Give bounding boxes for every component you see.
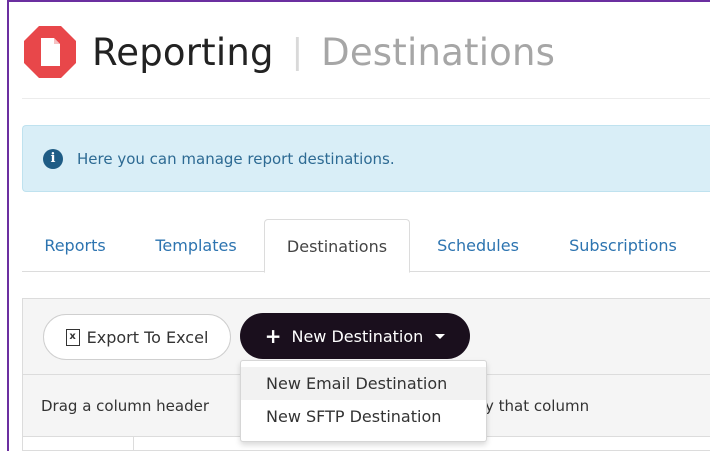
window-frame-top bbox=[7, 0, 710, 2]
new-destination-label: New Destination bbox=[291, 326, 424, 346]
caret-down-icon bbox=[435, 333, 446, 339]
column-header-divider bbox=[133, 437, 134, 451]
info-alert: i Here you can manage report destination… bbox=[22, 125, 710, 192]
tab-templates[interactable]: Templates bbox=[136, 219, 256, 272]
page-title: Reporting bbox=[92, 30, 274, 74]
info-alert-text: Here you can manage report destinations. bbox=[77, 149, 395, 168]
group-hint-text-left: Drag a column header bbox=[41, 397, 209, 415]
new-destination-button[interactable]: + New Destination bbox=[240, 313, 470, 359]
window-frame-left bbox=[7, 0, 9, 451]
plus-icon: + bbox=[264, 324, 282, 348]
excel-icon: x bbox=[65, 328, 80, 346]
page-subtitle: Destinations bbox=[321, 30, 556, 74]
new-destination-menu: New Email Destination New SFTP Destinati… bbox=[240, 360, 487, 442]
title-separator: | bbox=[291, 32, 304, 72]
export-to-excel-button[interactable]: x Export To Excel bbox=[43, 314, 231, 360]
tab-destinations[interactable]: Destinations bbox=[264, 219, 410, 273]
header-divider bbox=[22, 98, 710, 99]
reporting-logo-icon bbox=[24, 26, 76, 78]
menu-item-new-sftp-destination[interactable]: New SFTP Destination bbox=[241, 400, 486, 433]
export-label: Export To Excel bbox=[86, 327, 209, 347]
page-header: Reporting | Destinations bbox=[22, 22, 555, 82]
info-circle-icon: i bbox=[43, 148, 63, 169]
tab-schedules[interactable]: Schedules bbox=[418, 219, 538, 272]
group-hint-text-right: y that column bbox=[485, 397, 590, 415]
menu-item-new-email-destination[interactable]: New Email Destination bbox=[241, 367, 486, 400]
tab-reports[interactable]: Reports bbox=[22, 219, 128, 272]
tab-bar: Reports Templates Destinations Schedules… bbox=[22, 219, 710, 273]
tab-subscriptions[interactable]: Subscriptions bbox=[550, 219, 696, 272]
